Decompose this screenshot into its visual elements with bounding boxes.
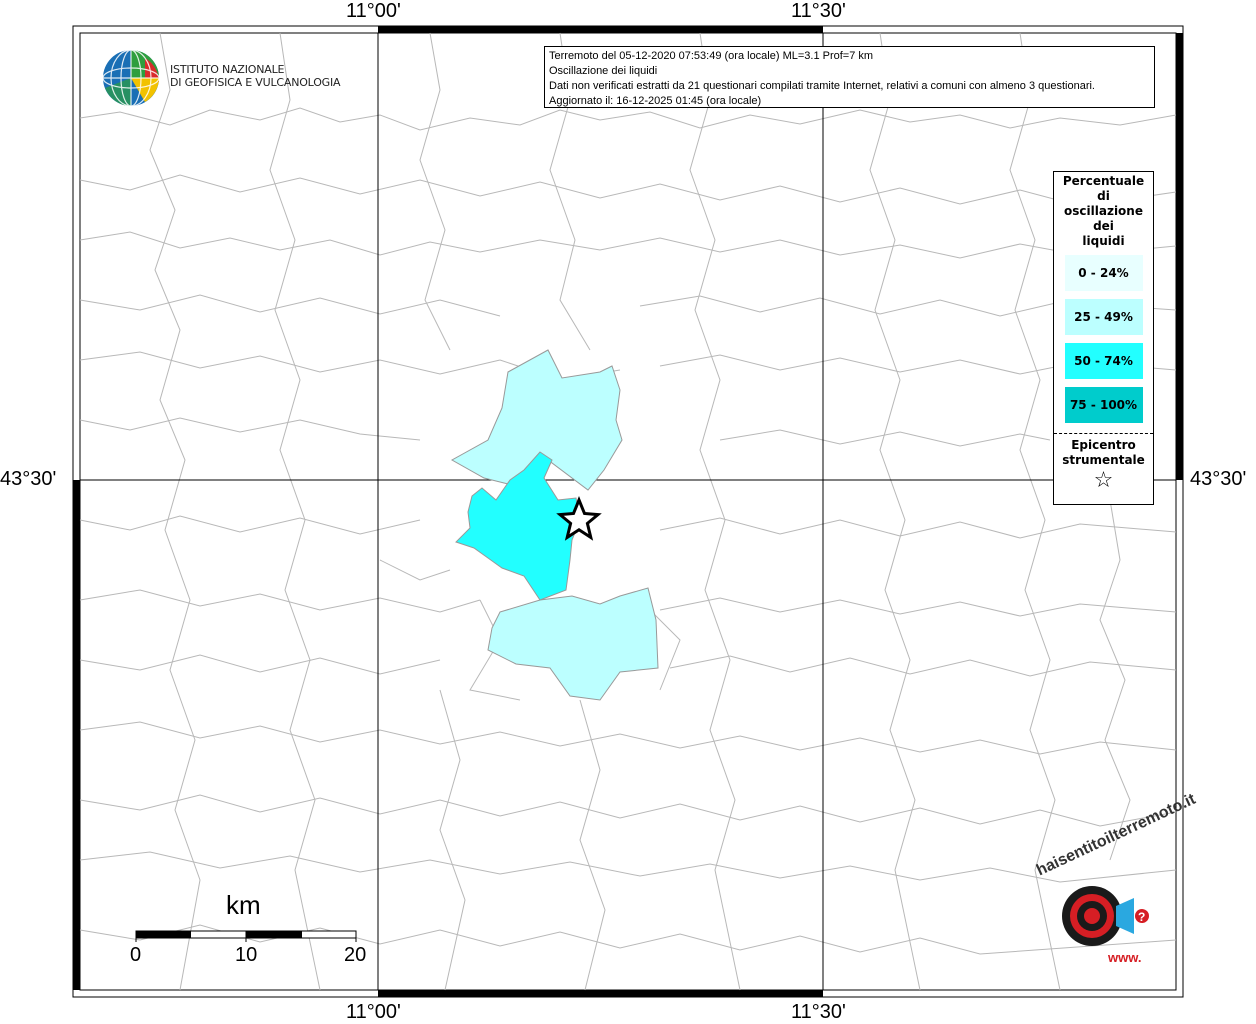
hsit-question-mark: ?: [1138, 910, 1145, 924]
scale-label-10: 10: [235, 944, 258, 966]
legend-title-line: dei: [1093, 219, 1114, 233]
legend-item-label: 75 - 100%: [1069, 398, 1138, 412]
lat-label-right: 43°30': [1190, 468, 1247, 490]
lon-label-bottom-right: 11°30': [791, 1001, 846, 1023]
legend-title-line: di: [1097, 189, 1110, 203]
legend-title-line: liquidi: [1082, 234, 1125, 248]
event-info-line3: Dati non verificati estratti da 21 quest…: [549, 80, 1095, 92]
event-info-box: Terremoto del 05-12-2020 07:53:49 (ora l…: [544, 46, 1155, 108]
legend-item-label: 0 - 24%: [1078, 266, 1129, 280]
hsit-www-text: www.: [1108, 950, 1142, 965]
frame-bar-right: [1176, 33, 1183, 480]
legend-item-0-24: 0 - 24%: [1064, 255, 1143, 291]
legend-epicenter-line2: strumentale: [1062, 453, 1145, 467]
scale-label-20: 20: [344, 944, 367, 966]
lon-label-bottom-left: 11°00': [346, 1001, 401, 1023]
legend-epicenter: Epicentro strumentale ☆: [1054, 438, 1153, 494]
legend-title: Percentuale di oscillazione dei liquidi: [1054, 174, 1153, 249]
legend-star-icon: ☆: [1093, 468, 1114, 493]
ingv-globe-icon: [102, 49, 160, 107]
legend-separator: [1054, 433, 1153, 434]
legend-item-label: 25 - 49%: [1074, 310, 1133, 324]
legend-title-line: oscillazione: [1064, 204, 1143, 218]
hsit-logo: ? haisentitoilterremoto.it www.: [1030, 791, 1198, 978]
legend-item-75-100: 75 - 100%: [1064, 387, 1143, 423]
lon-label-top-left: 11°00': [346, 0, 401, 22]
legend-item-50-74: 50 - 74%: [1064, 343, 1143, 379]
ingv-name: ISTITUTO NAZIONALE DI GEOFISICA E VULCAN…: [170, 63, 341, 89]
frame-bar-top: [378, 26, 823, 33]
scale-label-0: 0: [130, 944, 142, 966]
scale-unit: km: [226, 890, 261, 920]
legend: Percentuale di oscillazione dei liquidi …: [1053, 171, 1154, 505]
frame-bar-bottom: [378, 990, 823, 997]
legend-item-label: 50 - 74%: [1074, 354, 1133, 368]
ingv-name-line1: ISTITUTO NAZIONALE: [170, 63, 285, 76]
frame-bar-left: [73, 480, 80, 990]
event-info-line4: Aggiornato il: 16-12-2025 01:45 (ora loc…: [549, 95, 762, 107]
legend-title-line: Percentuale: [1062, 174, 1145, 188]
event-info-line2: Oscillazione dei liquidi: [549, 65, 658, 77]
legend-item-25-49: 25 - 49%: [1064, 299, 1143, 335]
legend-epicenter-line1: Epicentro: [1071, 438, 1136, 452]
event-info-line1: Terremoto del 05-12-2020 07:53:49 (ora l…: [549, 50, 874, 62]
lon-label-top-right: 11°30': [791, 0, 846, 22]
lat-label-left: 43°30': [0, 468, 57, 490]
ingv-name-line2: DI GEOFISICA E VULCANOLOGIA: [170, 76, 341, 89]
